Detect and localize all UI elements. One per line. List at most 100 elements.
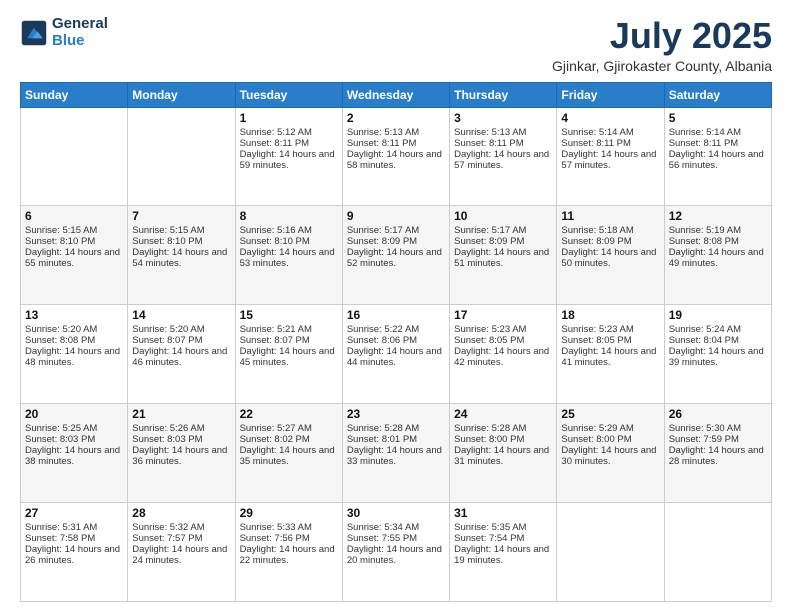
table-row: 18 Sunrise: 5:23 AMSunset: 8:05 PMDayligh… [557, 305, 664, 404]
day-number: 2 [347, 111, 445, 125]
sunset-text: Sunset: 8:08 PM [669, 236, 739, 247]
calendar-header-row: Sunday Monday Tuesday Wednesday Thursday… [21, 82, 772, 107]
table-row [557, 503, 664, 602]
sunset-text: Sunset: 8:02 PM [240, 434, 310, 445]
sunset-text: Sunset: 8:07 PM [240, 335, 310, 346]
table-row: 28Sunrise: 5:32 AMSunset: 7:57 PMDayligh… [128, 503, 235, 602]
sunset-text: Sunset: 7:57 PM [132, 533, 202, 544]
table-row: 23Sunrise: 5:28 AMSunset: 8:01 PMDayligh… [342, 404, 449, 503]
sunset-text: Sunset: 8:11 PM [561, 138, 631, 149]
sunset-text: Sunset: 8:10 PM [240, 236, 310, 247]
sunset-text: Sunset: 8:10 PM [25, 236, 95, 247]
sunset-text: Sunset: 8:05 PM [561, 335, 631, 346]
sunrise-text: Sunrise: 5:17 AM [347, 225, 419, 236]
table-row: 2Sunrise: 5:13 AMSunset: 8:11 PMDaylight… [342, 107, 449, 206]
sunrise-text: Sunrise: 5:17 AM [454, 225, 526, 236]
table-row: 31Sunrise: 5:35 AMSunset: 7:54 PMDayligh… [450, 503, 557, 602]
table-row [128, 107, 235, 206]
daylight-text: Daylight: 14 hours and 39 minutes. [669, 346, 764, 368]
daylight-text: Daylight: 14 hours and 22 minutes. [240, 544, 335, 566]
day-number: 21 [132, 407, 230, 421]
sunrise-text: Sunrise: 5:12 AM [240, 127, 312, 138]
subtitle: Gjinkar, Gjirokaster County, Albania [552, 58, 772, 74]
sunrise-text: Sunrise: 5:31 AM [25, 522, 97, 533]
sunset-text: Sunset: 8:00 PM [561, 434, 631, 445]
day-number: 6 [25, 209, 123, 223]
sunrise-text: Sunrise: 5:32 AM [132, 522, 204, 533]
sunset-text: Sunset: 8:08 PM [25, 335, 95, 346]
day-number: 27 [25, 506, 123, 520]
sunrise-text: Sunrise: 5:16 AM [240, 225, 312, 236]
day-number: 18 [561, 308, 659, 322]
table-row: 3Sunrise: 5:13 AMSunset: 8:11 PMDaylight… [450, 107, 557, 206]
calendar-table: Sunday Monday Tuesday Wednesday Thursday… [20, 82, 772, 602]
sunrise-text: Sunrise: 5:33 AM [240, 522, 312, 533]
logo-text: General Blue [52, 16, 108, 49]
daylight-text: Daylight: 14 hours and 59 minutes. [240, 149, 335, 171]
calendar-week-row: 13Sunrise: 5:20 AMSunset: 8:08 PMDayligh… [21, 305, 772, 404]
table-row: 9Sunrise: 5:17 AMSunset: 8:09 PMDaylight… [342, 206, 449, 305]
day-number: 11 [561, 209, 659, 223]
main-title: July 2025 [552, 16, 772, 56]
sunrise-text: Sunrise: 5:15 AM [25, 225, 97, 236]
day-number: 14 [132, 308, 230, 322]
sunset-text: Sunset: 7:59 PM [669, 434, 739, 445]
table-row: 4Sunrise: 5:14 AMSunset: 8:11 PMDaylight… [557, 107, 664, 206]
daylight-text: Daylight: 14 hours and 28 minutes. [669, 445, 764, 467]
table-row: 20Sunrise: 5:25 AMSunset: 8:03 PMDayligh… [21, 404, 128, 503]
logo: General Blue [20, 16, 108, 49]
day-number: 24 [454, 407, 552, 421]
day-number: 31 [454, 506, 552, 520]
daylight-text: Daylight: 14 hours and 41 minutes. [561, 346, 656, 368]
table-row: 10 Sunrise: 5:17 AMSunset: 8:09 PMDayligh… [450, 206, 557, 305]
daylight-text: Daylight: 14 hours and 54 minutes. [132, 247, 227, 269]
table-row: 29Sunrise: 5:33 AMSunset: 7:56 PMDayligh… [235, 503, 342, 602]
day-number: 13 [25, 308, 123, 322]
day-number: 23 [347, 407, 445, 421]
day-number: 9 [347, 209, 445, 223]
day-number: 3 [454, 111, 552, 125]
calendar-week-row: 6Sunrise: 5:15 AMSunset: 8:10 PMDaylight… [21, 206, 772, 305]
day-number: 25 [561, 407, 659, 421]
daylight-text: Daylight: 14 hours and 55 minutes. [25, 247, 120, 269]
day-number: 16 [347, 308, 445, 322]
logo-icon [20, 19, 48, 47]
sunset-text: Sunset: 8:11 PM [347, 138, 417, 149]
table-row: 13Sunrise: 5:20 AMSunset: 8:08 PMDayligh… [21, 305, 128, 404]
sunrise-text: Sunrise: 5:18 AM [561, 225, 633, 236]
calendar-week-row: 27Sunrise: 5:31 AMSunset: 7:58 PMDayligh… [21, 503, 772, 602]
daylight-text: Daylight: 14 hours and 33 minutes. [347, 445, 442, 467]
daylight-text: Daylight: 14 hours and 51 minutes. [454, 247, 549, 269]
sunrise-text: Sunrise: 5:14 AM [561, 127, 633, 138]
sunset-text: Sunset: 8:09 PM [454, 236, 524, 247]
sunrise-text: Sunrise: 5:23 AM [561, 324, 633, 335]
title-block: July 2025 Gjinkar, Gjirokaster County, A… [552, 16, 772, 74]
table-row: 5Sunrise: 5:14 AMSunset: 8:11 PMDaylight… [664, 107, 771, 206]
col-monday: Monday [128, 82, 235, 107]
logo-blue-text: Blue [52, 33, 108, 50]
sunset-text: Sunset: 8:07 PM [132, 335, 202, 346]
sunset-text: Sunset: 8:06 PM [347, 335, 417, 346]
col-friday: Friday [557, 82, 664, 107]
sunrise-text: Sunrise: 5:14 AM [669, 127, 741, 138]
table-row: 14Sunrise: 5:20 AMSunset: 8:07 PMDayligh… [128, 305, 235, 404]
table-row [21, 107, 128, 206]
table-row: 15Sunrise: 5:21 AMSunset: 8:07 PMDayligh… [235, 305, 342, 404]
day-number: 8 [240, 209, 338, 223]
sunset-text: Sunset: 8:09 PM [561, 236, 631, 247]
day-number: 29 [240, 506, 338, 520]
day-number: 19 [669, 308, 767, 322]
daylight-text: Daylight: 14 hours and 44 minutes. [347, 346, 442, 368]
sunset-text: Sunset: 8:05 PM [454, 335, 524, 346]
day-number: 28 [132, 506, 230, 520]
daylight-text: Daylight: 14 hours and 31 minutes. [454, 445, 549, 467]
sunrise-text: Sunrise: 5:23 AM [454, 324, 526, 335]
sunset-text: Sunset: 8:04 PM [669, 335, 739, 346]
day-number: 10 [454, 209, 552, 223]
sunrise-text: Sunrise: 5:27 AM [240, 423, 312, 434]
day-number: 4 [561, 111, 659, 125]
daylight-text: Daylight: 14 hours and 45 minutes. [240, 346, 335, 368]
sunset-text: Sunset: 8:09 PM [347, 236, 417, 247]
table-row: 25Sunrise: 5:29 AMSunset: 8:00 PMDayligh… [557, 404, 664, 503]
sunset-text: Sunset: 7:54 PM [454, 533, 524, 544]
